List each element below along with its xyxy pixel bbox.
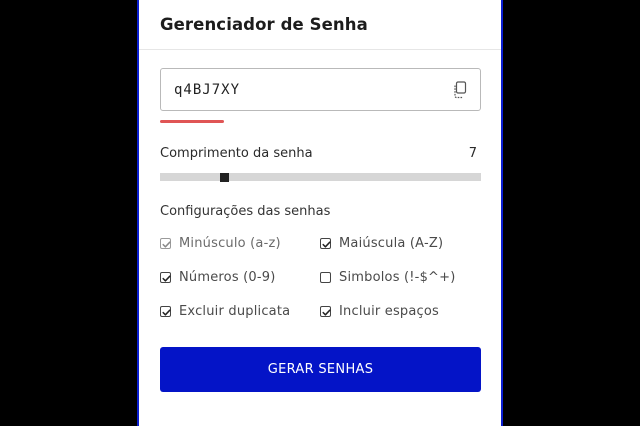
generate-passwords-button[interactable]: GERAR SENHAS: [160, 347, 481, 392]
page-background: Gerenciador de Senha q4BJ7XY Comprimento…: [0, 0, 640, 426]
password-length-slider[interactable]: [160, 173, 481, 182]
checkmark-icon: [322, 309, 331, 316]
option-label: Excluir duplicata: [179, 304, 291, 319]
password-manager-card: Gerenciador de Senha q4BJ7XY Comprimento…: [137, 0, 503, 426]
option-include-spaces[interactable]: Incluir espaços: [320, 304, 439, 319]
checkmark-icon: [162, 275, 171, 282]
option-exclude-duplicates[interactable]: Excluir duplicata: [160, 304, 290, 319]
option-symbols[interactable]: Simbolos (!-$^+): [320, 270, 456, 285]
card-header: Gerenciador de Senha: [139, 0, 501, 50]
slider-thumb[interactable]: [220, 173, 230, 182]
checkmark-icon: [322, 241, 331, 248]
option-uppercase[interactable]: Maiúscula (A-Z): [320, 236, 443, 251]
include-spaces-checkbox[interactable]: [320, 306, 331, 317]
option-label: Números (0-9): [179, 270, 276, 285]
settings-heading: Configurações das senhas: [160, 204, 331, 219]
password-strength-indicator: [160, 120, 224, 123]
password-value: q4BJ7XY: [174, 82, 241, 98]
checkmark-icon: [162, 241, 171, 248]
symbols-checkbox[interactable]: [320, 272, 331, 283]
option-label: Maiúscula (A-Z): [339, 236, 444, 251]
option-lowercase[interactable]: Minúsculo (a-z): [160, 236, 281, 251]
numbers-checkbox[interactable]: [160, 272, 171, 283]
option-numbers[interactable]: Números (0-9): [160, 270, 276, 285]
lowercase-checkbox[interactable]: [160, 238, 171, 249]
checkmark-icon: [162, 309, 171, 316]
option-label: Minúsculo (a-z): [179, 236, 281, 251]
password-length-label: Comprimento da senha: [160, 146, 313, 161]
option-label: Incluir espaços: [339, 304, 440, 319]
app-title: Gerenciador de Senha: [160, 15, 368, 34]
copy-icon[interactable]: [452, 81, 468, 99]
uppercase-checkbox[interactable]: [320, 238, 331, 249]
exclude-duplicates-checkbox[interactable]: [160, 306, 171, 317]
password-length-value: 7: [468, 146, 477, 161]
option-label: Simbolos (!-$^+): [339, 270, 456, 285]
password-display[interactable]: q4BJ7XY: [160, 68, 481, 111]
